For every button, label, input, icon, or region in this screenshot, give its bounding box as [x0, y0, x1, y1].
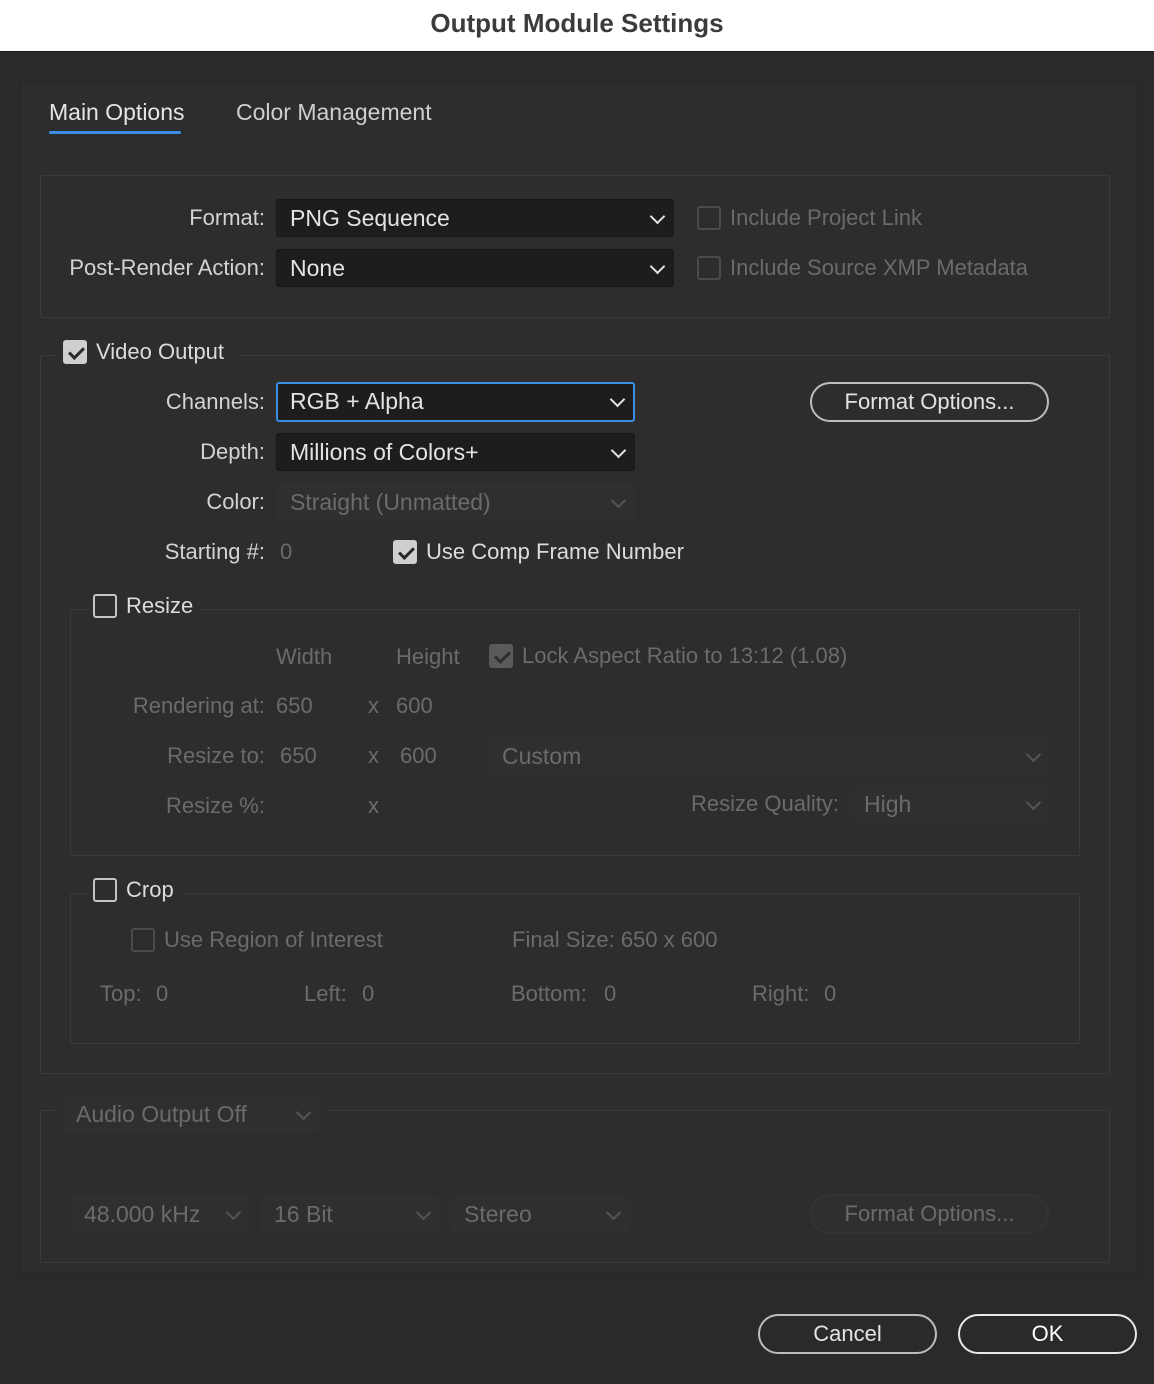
- audio-sample-rate-value: 48.000 kHz: [84, 1201, 201, 1227]
- height-column-header: Height: [396, 644, 460, 669]
- include-xmp-checkbox[interactable]: [697, 256, 721, 280]
- chevron-down-icon: [610, 442, 627, 459]
- depth-label: Depth:: [200, 439, 265, 464]
- lock-aspect-ratio-label: Lock Aspect Ratio to 13:12 (1.08): [522, 643, 848, 668]
- lock-aspect-ratio-checkbox[interactable]: [489, 644, 513, 668]
- channels-label: Channels:: [165, 389, 265, 414]
- resize-to-label: Resize to:: [167, 743, 265, 768]
- include-xmp-label: Include Source XMP Metadata: [730, 255, 1028, 280]
- starting-number-field[interactable]: 0: [280, 537, 292, 567]
- title-bar: Output Module Settings: [0, 0, 1154, 52]
- format-label: Format:: [189, 205, 265, 230]
- channels-select[interactable]: RGB + Alpha: [276, 382, 635, 422]
- include-project-link-checkbox[interactable]: [697, 206, 721, 230]
- video-output-checkbox[interactable]: [63, 340, 87, 364]
- ok-button[interactable]: OK: [958, 1314, 1137, 1354]
- use-region-of-interest-checkbox[interactable]: [131, 928, 155, 952]
- crop-top-label: Top:: [100, 981, 142, 1006]
- post-render-action-value: None: [290, 255, 345, 281]
- chevron-down-icon: [415, 1204, 432, 1221]
- use-comp-frame-number-label: Use Comp Frame Number: [426, 539, 684, 564]
- resize-percent-label: Resize %:: [165, 793, 265, 818]
- crop-right-label: Right:: [752, 981, 810, 1006]
- active-tab-indicator: [49, 131, 181, 134]
- video-format-options-button[interactable]: Format Options...: [810, 382, 1049, 422]
- crop-left-field[interactable]: 0: [362, 979, 374, 1009]
- post-render-action-label: Post-Render Action:: [69, 255, 265, 280]
- resize-to-x-separator: x: [368, 743, 379, 768]
- chevron-down-icon: [649, 258, 666, 275]
- resize-quality-select[interactable]: High: [850, 785, 1050, 823]
- rendering-height-value: 600: [396, 693, 433, 718]
- resize-quality-value: High: [864, 791, 912, 817]
- rendering-at-label: Rendering at:: [132, 693, 265, 718]
- chevron-down-icon: [610, 492, 627, 509]
- channels-select-value: RGB + Alpha: [290, 388, 424, 414]
- crop-bottom-label: Bottom:: [511, 981, 587, 1006]
- video-output-label: Video Output: [96, 339, 225, 364]
- audio-output-mode-select[interactable]: Audio Output Off: [62, 1095, 320, 1133]
- resize-quality-label: Resize Quality:: [691, 791, 839, 816]
- include-project-link-label: Include Project Link: [730, 205, 922, 230]
- window-title: Output Module Settings: [430, 8, 724, 38]
- rendering-width-value: 650: [276, 693, 313, 718]
- use-comp-frame-number-checkbox[interactable]: [393, 540, 417, 564]
- chevron-down-icon: [1025, 746, 1042, 763]
- audio-channels-value: Stereo: [464, 1201, 532, 1227]
- general-settings-group: [40, 175, 1110, 318]
- rendering-x-separator: x: [368, 693, 379, 718]
- resize-to-width-field[interactable]: 650: [280, 741, 317, 771]
- audio-bit-depth-select[interactable]: 16 Bit: [260, 1195, 440, 1233]
- chevron-down-icon: [649, 208, 666, 225]
- chevron-down-icon: [1025, 794, 1042, 811]
- use-region-of-interest-label: Use Region of Interest: [164, 927, 383, 952]
- audio-format-options-button[interactable]: Format Options...: [810, 1194, 1049, 1234]
- crop-right-field[interactable]: 0: [824, 979, 836, 1009]
- format-select[interactable]: PNG Sequence: [276, 199, 674, 237]
- starting-number-label: Starting #:: [164, 539, 265, 564]
- chevron-down-icon: [605, 1204, 622, 1221]
- crop-top-field[interactable]: 0: [156, 979, 168, 1009]
- resize-label: Resize: [126, 593, 194, 618]
- chevron-down-icon: [295, 1104, 312, 1121]
- crop-checkbox[interactable]: [93, 878, 117, 902]
- width-column-header: Width: [276, 644, 333, 669]
- color-select[interactable]: Straight (Unmatted): [276, 483, 635, 521]
- resize-percent-x-separator: x: [368, 793, 379, 818]
- tab-main-options[interactable]: Main Options: [49, 97, 185, 127]
- final-size-text: Final Size: 650 x 600: [512, 927, 718, 952]
- audio-output-mode-value: Audio Output Off: [76, 1101, 247, 1127]
- resize-preset-value: Custom: [502, 743, 582, 769]
- cancel-button[interactable]: Cancel: [758, 1314, 937, 1354]
- chevron-down-icon: [225, 1204, 242, 1221]
- post-render-action-select[interactable]: None: [276, 249, 674, 287]
- resize-preset-select[interactable]: Custom: [488, 737, 1050, 775]
- crop-group: [70, 893, 1080, 1044]
- crop-bottom-field[interactable]: 0: [604, 979, 616, 1009]
- resize-checkbox[interactable]: [93, 594, 117, 618]
- resize-to-height-field[interactable]: 600: [400, 741, 437, 771]
- color-select-value: Straight (Unmatted): [290, 489, 491, 515]
- format-select-value: PNG Sequence: [290, 205, 450, 231]
- depth-select[interactable]: Millions of Colors+: [276, 433, 635, 471]
- audio-sample-rate-select[interactable]: 48.000 kHz: [70, 1195, 250, 1233]
- depth-select-value: Millions of Colors+: [290, 439, 479, 465]
- tab-color-management[interactable]: Color Management: [236, 97, 432, 127]
- chevron-down-icon: [609, 391, 626, 408]
- color-label: Color:: [206, 489, 265, 514]
- audio-channels-select[interactable]: Stereo: [450, 1195, 630, 1233]
- audio-bit-depth-value: 16 Bit: [274, 1201, 333, 1227]
- crop-left-label: Left:: [304, 981, 347, 1006]
- crop-label: Crop: [126, 877, 174, 902]
